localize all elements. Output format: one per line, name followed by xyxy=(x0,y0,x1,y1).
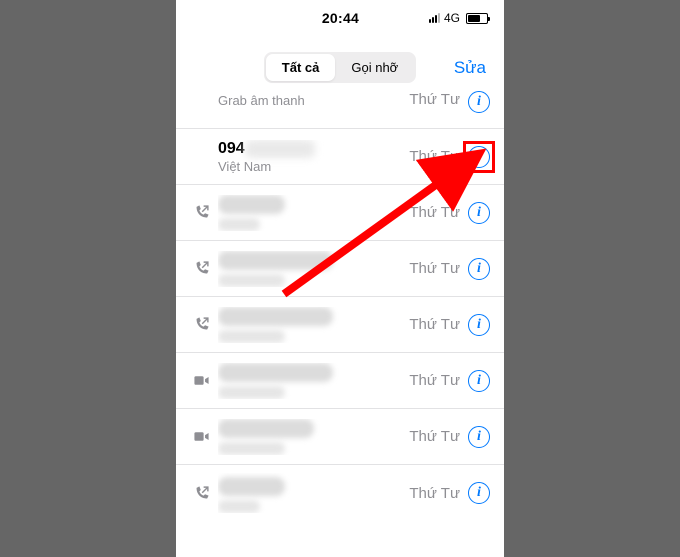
call-subtitle xyxy=(218,500,260,513)
call-title xyxy=(218,251,333,270)
call-title xyxy=(218,195,285,214)
call-date: Thứ Tư xyxy=(409,372,460,389)
info-icon[interactable]: i xyxy=(468,314,490,336)
status-time: 20:44 xyxy=(252,10,429,26)
outgoing-call-icon xyxy=(190,204,212,221)
call-title xyxy=(218,419,314,438)
outgoing-call-icon xyxy=(190,485,212,502)
info-icon[interactable]: i xyxy=(468,202,490,224)
call-date: Thứ Tư xyxy=(409,316,460,333)
outgoing-call-icon xyxy=(190,316,212,333)
call-subtitle xyxy=(218,330,285,343)
call-row[interactable]: Thứ Tư i xyxy=(176,353,504,409)
call-row[interactable]: Thứ Tư i xyxy=(176,465,504,521)
edit-button[interactable]: Sửa xyxy=(454,58,486,78)
call-row[interactable]: Grab âm thanh Thứ Tư i xyxy=(176,95,504,129)
call-row-highlighted[interactable]: 0940000000 Việt Nam Thứ Tư i xyxy=(176,129,504,185)
call-date: Thứ Tư xyxy=(409,204,460,221)
call-row[interactable]: Thứ Tư i xyxy=(176,297,504,353)
phone-viewport: 20:44 4G Tất cả Gọi nhỡ Sửa Grab âm than… xyxy=(176,0,504,557)
segmented-control: Tất cả Gọi nhỡ xyxy=(264,52,416,83)
video-call-icon xyxy=(190,372,212,389)
call-subtitle: Việt Nam xyxy=(218,159,409,174)
call-row[interactable]: Thứ Tư i xyxy=(176,241,504,297)
tab-missed[interactable]: Gọi nhỡ xyxy=(335,54,414,81)
call-subtitle: Grab âm thanh xyxy=(218,95,409,108)
info-icon[interactable]: i xyxy=(468,258,490,280)
call-subtitle xyxy=(218,386,285,399)
battery-icon xyxy=(466,13,488,24)
call-title: 0940000000 xyxy=(218,140,409,158)
network-label: 4G xyxy=(444,11,460,25)
call-date: Thứ Tư xyxy=(409,148,460,165)
status-right: 4G xyxy=(429,11,488,25)
signal-bars-icon xyxy=(429,13,440,23)
status-bar: 20:44 4G xyxy=(176,8,504,28)
info-icon[interactable]: i xyxy=(468,482,490,504)
header-row: Tất cả Gọi nhỡ Sửa xyxy=(176,52,504,83)
call-subtitle xyxy=(218,274,285,287)
call-row[interactable]: Thứ Tư i xyxy=(176,409,504,465)
info-icon[interactable]: i xyxy=(468,146,490,168)
tab-all[interactable]: Tất cả xyxy=(266,54,336,81)
call-subtitle xyxy=(218,218,260,231)
call-title xyxy=(218,477,285,496)
call-date: Thứ Tư xyxy=(409,91,460,108)
call-title xyxy=(218,307,333,326)
info-icon[interactable]: i xyxy=(468,426,490,448)
call-date: Thứ Tư xyxy=(409,485,460,502)
call-date: Thứ Tư xyxy=(409,428,460,445)
call-subtitle xyxy=(218,442,285,455)
call-row[interactable]: Thứ Tư i xyxy=(176,185,504,241)
recents-list: Grab âm thanh Thứ Tư i 0940000000 Việt N… xyxy=(176,95,504,521)
call-date: Thứ Tư xyxy=(409,260,460,277)
info-icon[interactable]: i xyxy=(468,91,490,113)
tutorial-frame: 20:44 4G Tất cả Gọi nhỡ Sửa Grab âm than… xyxy=(0,0,680,557)
video-call-icon xyxy=(190,428,212,445)
outgoing-call-icon xyxy=(190,260,212,277)
info-icon[interactable]: i xyxy=(468,370,490,392)
call-title xyxy=(218,363,333,382)
